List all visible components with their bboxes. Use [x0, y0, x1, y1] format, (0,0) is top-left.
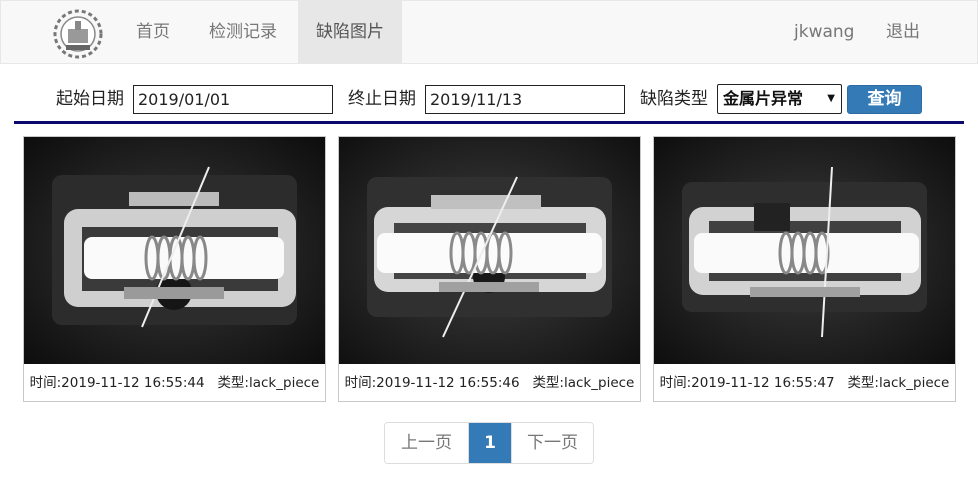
card-time: 时间:2019-11-12 16:55:44	[29, 375, 205, 391]
end-date-input[interactable]: 2019/11/13	[425, 85, 625, 114]
defect-type-label: 缺陷类型	[640, 89, 708, 109]
university-logo-icon[interactable]	[51, 9, 105, 59]
nav-logout[interactable]: 退出	[868, 1, 938, 64]
card-caption: 时间:2019-11-12 16:55:47 类型:lack_piece	[654, 371, 955, 391]
card-caption: 时间:2019-11-12 16:55:44 类型:lack_piece	[24, 371, 325, 391]
nav-inspection-records[interactable]: 检测记录	[191, 1, 295, 64]
query-button[interactable]: 查询	[847, 85, 922, 114]
card-type: 类型:lack_piece	[532, 375, 635, 391]
card-caption: 时间:2019-11-12 16:55:46 类型:lack_piece	[339, 371, 640, 391]
start-date-label: 起始日期	[56, 89, 124, 109]
current-page-button[interactable]: 1	[469, 423, 511, 463]
nav-home[interactable]: 首页	[118, 1, 188, 64]
nav-defect-images[interactable]: 缺陷图片	[298, 1, 402, 64]
defect-image[interactable]	[24, 137, 325, 364]
card-type: 类型:lack_piece	[847, 375, 950, 391]
dropdown-arrow-icon: ▼	[827, 93, 835, 104]
divider	[14, 121, 964, 124]
defect-image[interactable]	[339, 137, 640, 364]
prev-page-button[interactable]: 上一页	[385, 423, 469, 463]
defect-card[interactable]: 时间:2019-11-12 16:55:46 类型:lack_piece	[338, 136, 641, 402]
end-date-label: 终止日期	[348, 89, 416, 109]
card-time: 时间:2019-11-12 16:55:47	[659, 375, 835, 391]
defect-type-value: 金属片异常	[723, 89, 804, 108]
navbar: 首页 检测记录 缺陷图片 jkwang 退出	[0, 0, 978, 64]
next-page-button[interactable]: 下一页	[511, 423, 593, 463]
pagination: 上一页 1 下一页	[384, 422, 594, 464]
defect-image[interactable]	[654, 137, 955, 364]
nav-user[interactable]: jkwang	[776, 1, 872, 64]
card-time: 时间:2019-11-12 16:55:46	[344, 375, 520, 391]
defect-type-select[interactable]: 金属片异常 ▼	[717, 84, 842, 114]
defect-card[interactable]: 时间:2019-11-12 16:55:47 类型:lack_piece	[653, 136, 956, 402]
start-date-input[interactable]: 2019/01/01	[133, 85, 333, 114]
defect-card[interactable]: 时间:2019-11-12 16:55:44 类型:lack_piece	[23, 136, 326, 402]
card-type: 类型:lack_piece	[217, 375, 320, 391]
